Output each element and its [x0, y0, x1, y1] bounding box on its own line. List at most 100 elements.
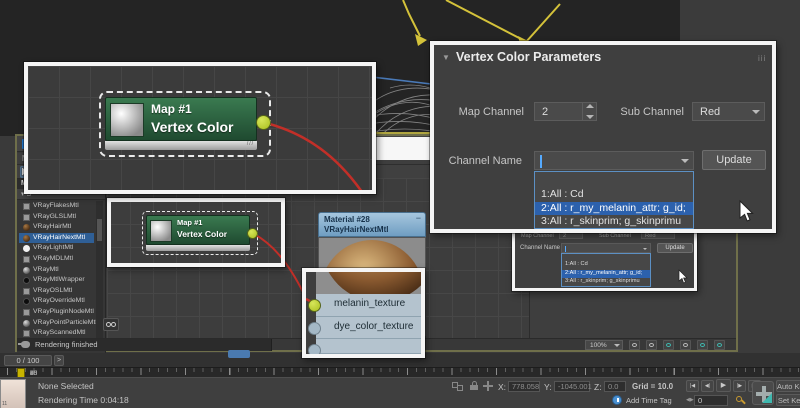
zoom-extents-icon[interactable] [680, 340, 691, 350]
spinner-arrows-icon[interactable] [582, 103, 596, 120]
z-coordinate-field[interactable]: 0.0 [604, 381, 626, 392]
chevron-down-icon [643, 248, 647, 252]
list-item[interactable]: VRayGLSLMtl [19, 212, 94, 223]
view-zoom-select[interactable]: 100% [585, 340, 623, 350]
next-frame-button[interactable]: > [54, 355, 64, 366]
partial-input-socket[interactable] [308, 344, 321, 357]
list-scrollbar[interactable] [96, 201, 103, 341]
zoom-region-icon[interactable] [663, 340, 674, 350]
material-node-header[interactable]: Material #28 VRayHairNextMtl − [318, 212, 426, 237]
frame-nudge-icon[interactable]: ◀▶ [686, 397, 694, 403]
list-item-selected[interactable]: VRayHairNextMtl [19, 233, 94, 244]
map-channel-spinner-small[interactable]: 2 [559, 232, 583, 239]
text-caret [565, 246, 566, 252]
play-button[interactable]: ▶ [716, 379, 731, 392]
material-swatch-icon [23, 298, 30, 305]
list-item[interactable]: VRayFlakesMtl [19, 201, 94, 212]
material-map-browser: Mat ▾ S VRayFlakesMtl VRayGLSLMtl VRayHa… [17, 179, 106, 354]
add-time-tag[interactable]: Add Time Tag [626, 396, 672, 405]
zoom-extents-selected-icon[interactable] [697, 340, 708, 350]
teapot-icon [21, 341, 30, 348]
time-tag-clock-icon[interactable] [612, 395, 622, 405]
update-button[interactable]: Update [702, 150, 766, 170]
previous-frame-button[interactable]: ◀| [701, 380, 714, 392]
chevron-down-icon [614, 344, 620, 350]
sub-channel-select[interactable]: Red [692, 102, 765, 121]
material-swatch-icon [23, 309, 30, 316]
go-to-start-button[interactable]: |◀ [686, 380, 699, 392]
list-item[interactable]: VRayHairMtl [19, 222, 94, 233]
track-tag-chip[interactable] [228, 350, 250, 358]
mouse-cursor-icon [740, 201, 756, 223]
key-mode-icon[interactable] [736, 396, 745, 405]
sub-channel-select-small[interactable]: Red [641, 232, 675, 239]
dropdown-option[interactable]: 3:All : r_skinprim; g_skinprimu [562, 278, 650, 287]
node-output-socket[interactable] [256, 115, 271, 130]
rollout-open-icon: ▼ [442, 53, 450, 62]
update-button-small[interactable]: Update [657, 243, 693, 253]
channel-name-label-small: Channel Name [520, 245, 560, 251]
list-item[interactable]: VRayMtlWrapper [19, 275, 94, 286]
channel-name-combo-small[interactable] [561, 243, 651, 253]
teal-corner-icon [762, 393, 772, 403]
z-label: Z: [594, 382, 602, 392]
x-coordinate-field[interactable]: 778.058 [508, 381, 540, 392]
zoom-tool-icon[interactable] [646, 340, 657, 350]
set-key-button[interactable]: Set Key [776, 394, 800, 406]
selection-lock-icon[interactable] [470, 381, 478, 390]
y-coordinate-field[interactable]: -1045.001 [554, 381, 590, 392]
zoom-selected-icon[interactable] [714, 340, 725, 350]
material-swatch-icon [23, 214, 30, 221]
current-frame-field[interactable]: 0 [694, 395, 728, 406]
selection-link-icon[interactable] [452, 382, 464, 391]
dropdown-option-selected[interactable]: 2:All : r_my_melanin_attr; g_id; [535, 202, 693, 216]
material-swatch-icon [23, 330, 30, 337]
pan-navigation-button[interactable] [752, 381, 774, 405]
list-item[interactable]: VRayOverrideMtl [19, 296, 94, 307]
chevron-down-icon [681, 159, 689, 167]
output-wire [28, 66, 372, 190]
time-slider[interactable]: 0 / 100 [4, 355, 52, 366]
collapse-icon[interactable]: − [416, 213, 421, 223]
callout-node-slots: melanin_texture dye_color_texture [302, 268, 425, 358]
material-swatch-icon [23, 224, 30, 231]
timeline-ruler[interactable]: 510152025303540455055606570758085 [0, 367, 800, 377]
panel-grip-icon: iii [758, 54, 766, 63]
melanin-input-socket[interactable] [308, 299, 321, 312]
list-item[interactable]: VRayMtl [19, 265, 94, 276]
material-swatch-icon [23, 320, 30, 327]
map-channel-spinner[interactable]: 2 [534, 102, 597, 121]
auto-key-button[interactable]: Auto Key [776, 380, 800, 392]
dropdown-option[interactable]: 1:All : Cd [535, 188, 693, 202]
callout-frame-node [107, 198, 285, 267]
dropdown-option-selected[interactable]: 2:All : r_my_melanin_attr; g_id; [562, 270, 650, 279]
dropdown-option[interactable]: 3:All : r_skinprim; g_skinprimu [535, 215, 693, 229]
material-node-title: Material #28 [324, 215, 370, 224]
list-item[interactable]: VRayOSLMtl [19, 286, 94, 297]
list-item[interactable]: VRayMDLMtl [19, 254, 94, 265]
channel-name-combo[interactable] [534, 151, 694, 170]
rollout-header[interactable]: ▼ Vertex Color Parameters iii [442, 50, 764, 66]
dropdown-option[interactable]: 1:All : Cd [562, 261, 650, 270]
callout-vertex-node: Map #1 Vertex Color /// [24, 62, 376, 194]
channel-dropdown-list: 1:All : Cd 2:All : r_my_melanin_attr; g_… [534, 171, 694, 229]
map-channel-label: Map Channel [438, 106, 524, 118]
next-frame-button[interactable]: |▶ [733, 380, 746, 392]
scrollbar-thumb[interactable] [97, 219, 102, 241]
light-arrows-icon [403, 0, 560, 42]
channel-dropdown-small: 1:All : Cd 2:All : r_my_melanin_attr; g_… [561, 253, 651, 287]
render-status-text: Rendering finished [35, 340, 98, 349]
list-item[interactable]: VRayLightMtl [19, 243, 94, 254]
list-item[interactable]: VRayPointParticleMtl [19, 318, 94, 329]
render-thumbnail[interactable]: 11 [0, 379, 26, 408]
sub-channel-label-small: Sub Channel [599, 233, 631, 239]
selection-status: None Selected [38, 381, 94, 391]
material-swatch-icon [23, 277, 30, 284]
mouse-cursor-icon [679, 270, 689, 284]
pan-tool-icon[interactable] [629, 340, 640, 350]
list-item[interactable]: VRayPluginNodeMtl [19, 307, 94, 318]
transform-type-in-icon[interactable] [483, 381, 493, 391]
dye-color-input-socket[interactable] [308, 322, 321, 335]
text-caret [540, 155, 542, 168]
material-swatch-icon [23, 235, 30, 242]
